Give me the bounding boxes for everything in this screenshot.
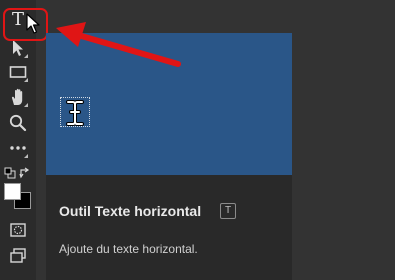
tooltip-title: Outil Texte horizontal — [59, 203, 202, 219]
default-colors-button[interactable] — [4, 166, 16, 179]
tool-group-indicator — [24, 103, 28, 107]
default-colors-icon — [4, 167, 16, 179]
hand-tool-button[interactable] — [8, 87, 28, 107]
zoom-tool-button[interactable] — [8, 113, 28, 133]
tool-group-indicator — [24, 78, 28, 82]
move-tool-button[interactable] — [8, 38, 28, 58]
tool-group-indicator — [24, 54, 28, 58]
tools-panel: T — [0, 0, 36, 280]
tooltip-description: Ajoute du texte horizontal. — [59, 242, 198, 256]
quick-mask-button[interactable] — [8, 220, 28, 240]
zoom-icon — [9, 114, 27, 132]
rectangle-tool-button[interactable] — [8, 62, 28, 82]
foreground-color-swatch[interactable] — [4, 183, 21, 200]
shortcut-key-badge: T — [220, 203, 236, 219]
text-selection-box — [60, 97, 90, 127]
screen-mode-icon — [10, 248, 26, 263]
tool-group-indicator — [24, 154, 28, 158]
mouse-pointer-icon — [26, 13, 40, 34]
swap-arrow-icon — [19, 167, 30, 179]
tool-tooltip-panel: Outil Texte horizontal T Ajoute du texte… — [46, 33, 292, 280]
quick-mask-icon — [10, 223, 26, 237]
screen-mode-button[interactable] — [8, 246, 28, 266]
tool-preview — [46, 33, 292, 175]
text-cursor-icon — [66, 100, 84, 126]
more-tools-button[interactable] — [8, 138, 28, 158]
swap-colors-button[interactable] — [19, 166, 31, 179]
